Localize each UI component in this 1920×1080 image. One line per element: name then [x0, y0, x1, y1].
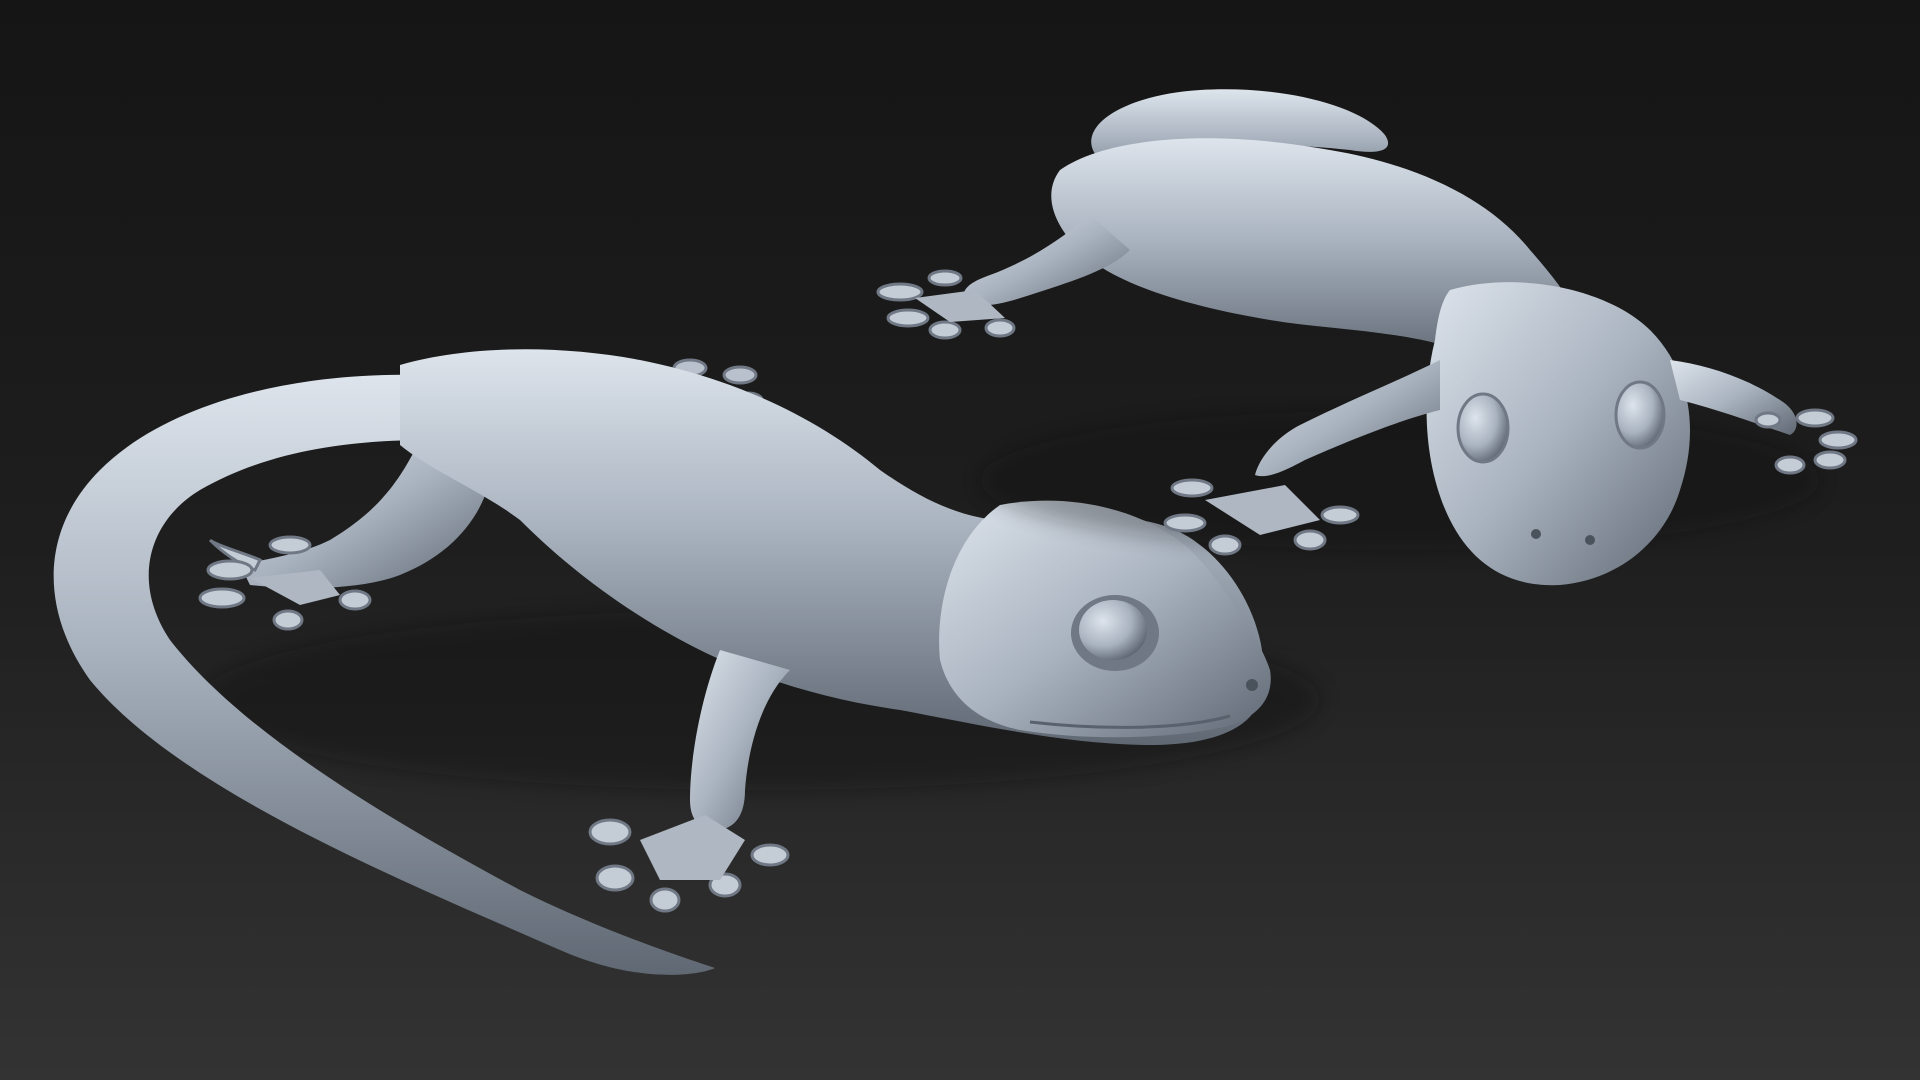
gecko-back-shadow: [980, 410, 1820, 550]
gecko-back-left-eye: [1456, 392, 1510, 464]
gecko-back-right-eye: [1614, 380, 1666, 450]
gecko-render-scene: [0, 0, 1920, 1080]
render-viewport[interactable]: [0, 0, 1920, 1080]
gecko-front-nostril: [1246, 679, 1258, 691]
gecko-back-nostril-left: [1531, 529, 1541, 539]
gecko-front-eye: [1079, 600, 1147, 660]
gecko-back-nostril-right: [1585, 535, 1595, 545]
